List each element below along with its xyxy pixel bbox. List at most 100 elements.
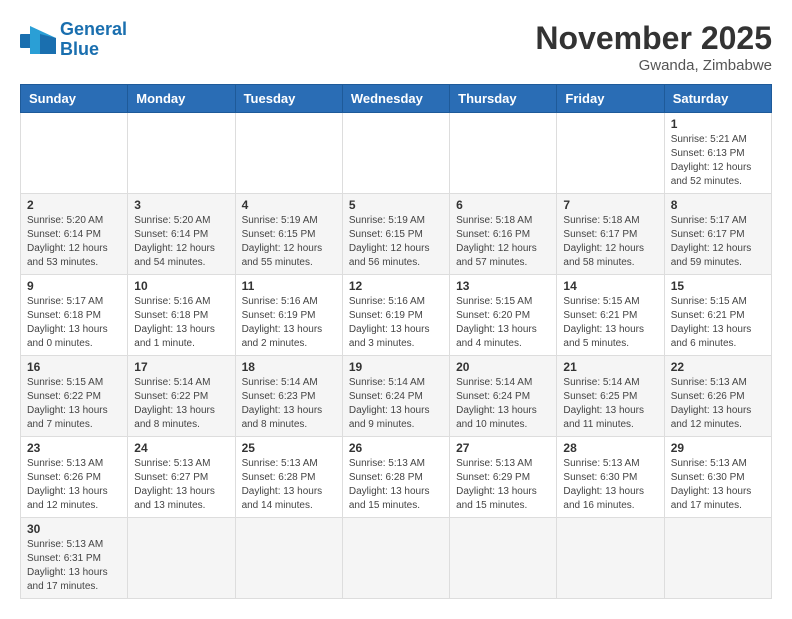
day-number: 29 <box>671 441 765 455</box>
table-row <box>235 518 342 599</box>
table-row: 3 Sunrise: 5:20 AM Sunset: 6:14 PM Daylig… <box>128 194 235 275</box>
calendar: Sunday Monday Tuesday Wednesday Thursday… <box>20 84 772 599</box>
table-row <box>128 518 235 599</box>
day-number: 7 <box>563 198 657 212</box>
table-row <box>128 113 235 194</box>
day-number: 30 <box>27 522 121 536</box>
table-row: 16 Sunrise: 5:15 AM Sunset: 6:22 PM Dayli… <box>21 356 128 437</box>
month-title: November 2025 <box>535 20 772 57</box>
day-number: 5 <box>349 198 443 212</box>
day-number: 17 <box>134 360 228 374</box>
day-info: Sunrise: 5:13 AM Sunset: 6:26 PM Dayligh… <box>671 376 765 432</box>
location: Gwanda, Zimbabwe <box>535 57 772 74</box>
day-number: 28 <box>563 441 657 455</box>
day-info: Sunrise: 5:15 AM Sunset: 6:20 PM Dayligh… <box>456 295 550 351</box>
logo-icon <box>20 26 56 54</box>
day-info: Sunrise: 5:13 AM Sunset: 6:28 PM Dayligh… <box>349 457 443 513</box>
day-info: Sunrise: 5:13 AM Sunset: 6:27 PM Dayligh… <box>134 457 228 513</box>
table-row: 25Sunrise: 5:13 AM Sunset: 6:28 PM Dayli… <box>235 437 342 518</box>
day-info: Sunrise: 5:16 AM Sunset: 6:19 PM Dayligh… <box>242 295 336 351</box>
logo-text: General Blue <box>60 20 127 60</box>
table-row: 9 Sunrise: 5:17 AM Sunset: 6:18 PM Daylig… <box>21 275 128 356</box>
day-number: 10 <box>134 279 228 293</box>
day-info: Sunrise: 5:19 AM Sunset: 6:15 PM Dayligh… <box>349 214 443 270</box>
day-info: Sunrise: 5:14 AM Sunset: 6:22 PM Dayligh… <box>134 376 228 432</box>
calendar-row: 1Sunrise: 5:21 AM Sunset: 6:13 PM Daylig… <box>21 113 772 194</box>
day-info: Sunrise: 5:17 AM Sunset: 6:18 PM Dayligh… <box>27 295 121 351</box>
day-number: 25 <box>242 441 336 455</box>
day-number: 15 <box>671 279 765 293</box>
table-row: 11 Sunrise: 5:16 AM Sunset: 6:19 PM Dayli… <box>235 275 342 356</box>
table-row: 12 Sunrise: 5:16 AM Sunset: 6:19 PM Dayli… <box>342 275 449 356</box>
day-info: Sunrise: 5:17 AM Sunset: 6:17 PM Dayligh… <box>671 214 765 270</box>
day-number: 20 <box>456 360 550 374</box>
day-info: Sunrise: 5:13 AM Sunset: 6:26 PM Dayligh… <box>27 457 121 513</box>
table-row: 17 Sunrise: 5:14 AM Sunset: 6:22 PM Dayli… <box>128 356 235 437</box>
table-row: 15Sunrise: 5:15 AM Sunset: 6:21 PM Dayli… <box>664 275 771 356</box>
day-number: 11 <box>242 279 336 293</box>
table-row <box>342 113 449 194</box>
table-row: 5 Sunrise: 5:19 AM Sunset: 6:15 PM Daylig… <box>342 194 449 275</box>
day-info: Sunrise: 5:18 AM Sunset: 6:16 PM Dayligh… <box>456 214 550 270</box>
table-row <box>21 113 128 194</box>
day-number: 12 <box>349 279 443 293</box>
table-row: 13Sunrise: 5:15 AM Sunset: 6:20 PM Dayli… <box>450 275 557 356</box>
table-row: 23 Sunrise: 5:13 AM Sunset: 6:26 PM Dayli… <box>21 437 128 518</box>
table-row: 21Sunrise: 5:14 AM Sunset: 6:25 PM Dayli… <box>557 356 664 437</box>
day-info: Sunrise: 5:16 AM Sunset: 6:18 PM Dayligh… <box>134 295 228 351</box>
table-row: 1Sunrise: 5:21 AM Sunset: 6:13 PM Daylig… <box>664 113 771 194</box>
day-info: Sunrise: 5:19 AM Sunset: 6:15 PM Dayligh… <box>242 214 336 270</box>
header-friday: Friday <box>557 85 664 113</box>
day-number: 23 <box>27 441 121 455</box>
day-info: Sunrise: 5:20 AM Sunset: 6:14 PM Dayligh… <box>134 214 228 270</box>
day-info: Sunrise: 5:14 AM Sunset: 6:23 PM Dayligh… <box>242 376 336 432</box>
day-info: Sunrise: 5:15 AM Sunset: 6:22 PM Dayligh… <box>27 376 121 432</box>
table-row <box>557 113 664 194</box>
table-row: 4Sunrise: 5:19 AM Sunset: 6:15 PM Daylig… <box>235 194 342 275</box>
calendar-row: 23 Sunrise: 5:13 AM Sunset: 6:26 PM Dayli… <box>21 437 772 518</box>
logo-blue: Blue <box>60 39 99 59</box>
day-info: Sunrise: 5:14 AM Sunset: 6:24 PM Dayligh… <box>349 376 443 432</box>
logo: General Blue <box>20 20 127 60</box>
table-row <box>450 518 557 599</box>
day-number: 27 <box>456 441 550 455</box>
day-number: 2 <box>27 198 121 212</box>
day-number: 22 <box>671 360 765 374</box>
day-info: Sunrise: 5:13 AM Sunset: 6:30 PM Dayligh… <box>563 457 657 513</box>
day-number: 16 <box>27 360 121 374</box>
header-thursday: Thursday <box>450 85 557 113</box>
day-info: Sunrise: 5:18 AM Sunset: 6:17 PM Dayligh… <box>563 214 657 270</box>
title-area: November 2025 Gwanda, Zimbabwe <box>535 20 772 74</box>
table-row: 20 Sunrise: 5:14 AM Sunset: 6:24 PM Dayli… <box>450 356 557 437</box>
table-row: 30 Sunrise: 5:13 AM Sunset: 6:31 PM Dayli… <box>21 518 128 599</box>
day-number: 8 <box>671 198 765 212</box>
day-info: Sunrise: 5:16 AM Sunset: 6:19 PM Dayligh… <box>349 295 443 351</box>
table-row: 14Sunrise: 5:15 AM Sunset: 6:21 PM Dayli… <box>557 275 664 356</box>
calendar-row: 16 Sunrise: 5:15 AM Sunset: 6:22 PM Dayli… <box>21 356 772 437</box>
header-wednesday: Wednesday <box>342 85 449 113</box>
table-row <box>342 518 449 599</box>
header: General Blue November 2025 Gwanda, Zimba… <box>20 20 772 74</box>
day-number: 3 <box>134 198 228 212</box>
day-info: Sunrise: 5:13 AM Sunset: 6:30 PM Dayligh… <box>671 457 765 513</box>
table-row <box>235 113 342 194</box>
table-row: 18Sunrise: 5:14 AM Sunset: 6:23 PM Dayli… <box>235 356 342 437</box>
day-number: 24 <box>134 441 228 455</box>
header-monday: Monday <box>128 85 235 113</box>
day-info: Sunrise: 5:13 AM Sunset: 6:31 PM Dayligh… <box>27 538 121 594</box>
day-info: Sunrise: 5:13 AM Sunset: 6:29 PM Dayligh… <box>456 457 550 513</box>
table-row: 2Sunrise: 5:20 AM Sunset: 6:14 PM Daylig… <box>21 194 128 275</box>
day-info: Sunrise: 5:14 AM Sunset: 6:24 PM Dayligh… <box>456 376 550 432</box>
day-number: 9 <box>27 279 121 293</box>
table-row: 8 Sunrise: 5:17 AM Sunset: 6:17 PM Daylig… <box>664 194 771 275</box>
day-info: Sunrise: 5:15 AM Sunset: 6:21 PM Dayligh… <box>563 295 657 351</box>
header-saturday: Saturday <box>664 85 771 113</box>
table-row: 7 Sunrise: 5:18 AM Sunset: 6:17 PM Daylig… <box>557 194 664 275</box>
calendar-row: 2 Sunrise: 5:20 AM Sunset: 6:14 PM Daylig… <box>21 194 772 275</box>
table-row: 6 Sunrise: 5:18 AM Sunset: 6:16 PM Daylig… <box>450 194 557 275</box>
day-number: 21 <box>563 360 657 374</box>
weekday-header-row: Sunday Monday Tuesday Wednesday Thursday… <box>21 85 772 113</box>
day-number: 6 <box>456 198 550 212</box>
header-sunday: Sunday <box>21 85 128 113</box>
header-tuesday: Tuesday <box>235 85 342 113</box>
